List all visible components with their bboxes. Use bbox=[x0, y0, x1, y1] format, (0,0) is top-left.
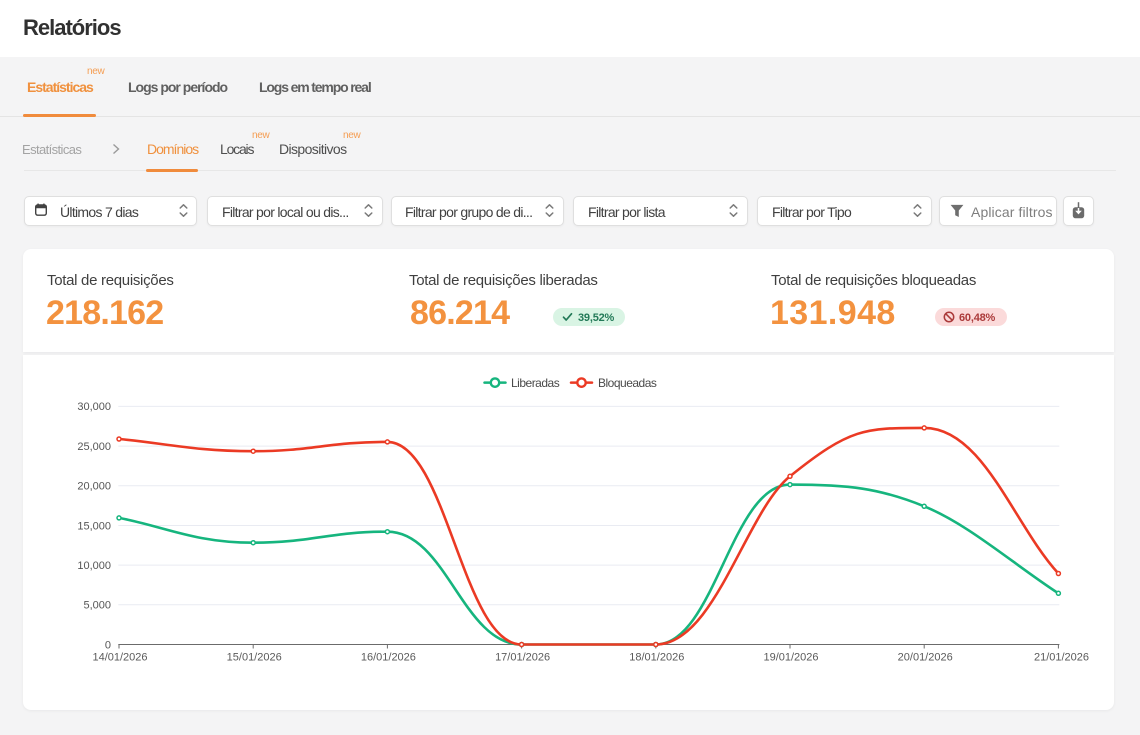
svg-text:19/01/2026: 19/01/2026 bbox=[763, 652, 818, 664]
svg-text:20/01/2026: 20/01/2026 bbox=[898, 652, 953, 664]
svg-text:16/01/2026: 16/01/2026 bbox=[361, 652, 416, 664]
svg-text:15/01/2026: 15/01/2026 bbox=[227, 652, 282, 664]
svg-text:17/01/2026: 17/01/2026 bbox=[495, 652, 550, 664]
svg-text:21/01/2026: 21/01/2026 bbox=[1034, 652, 1089, 664]
svg-text:0: 0 bbox=[105, 639, 111, 651]
svg-text:15,000: 15,000 bbox=[77, 520, 111, 532]
svg-text:10,000: 10,000 bbox=[77, 560, 111, 572]
svg-text:25,000: 25,000 bbox=[77, 441, 111, 453]
svg-text:14/01/2026: 14/01/2026 bbox=[92, 652, 147, 664]
svg-text:20,000: 20,000 bbox=[77, 481, 111, 493]
svg-text:18/01/2026: 18/01/2026 bbox=[629, 652, 684, 664]
svg-text:5,000: 5,000 bbox=[83, 600, 111, 612]
svg-text:Liberadas: Liberadas bbox=[511, 376, 560, 390]
svg-text:30,000: 30,000 bbox=[77, 401, 111, 413]
svg-text:Bloqueadas: Bloqueadas bbox=[598, 376, 657, 390]
